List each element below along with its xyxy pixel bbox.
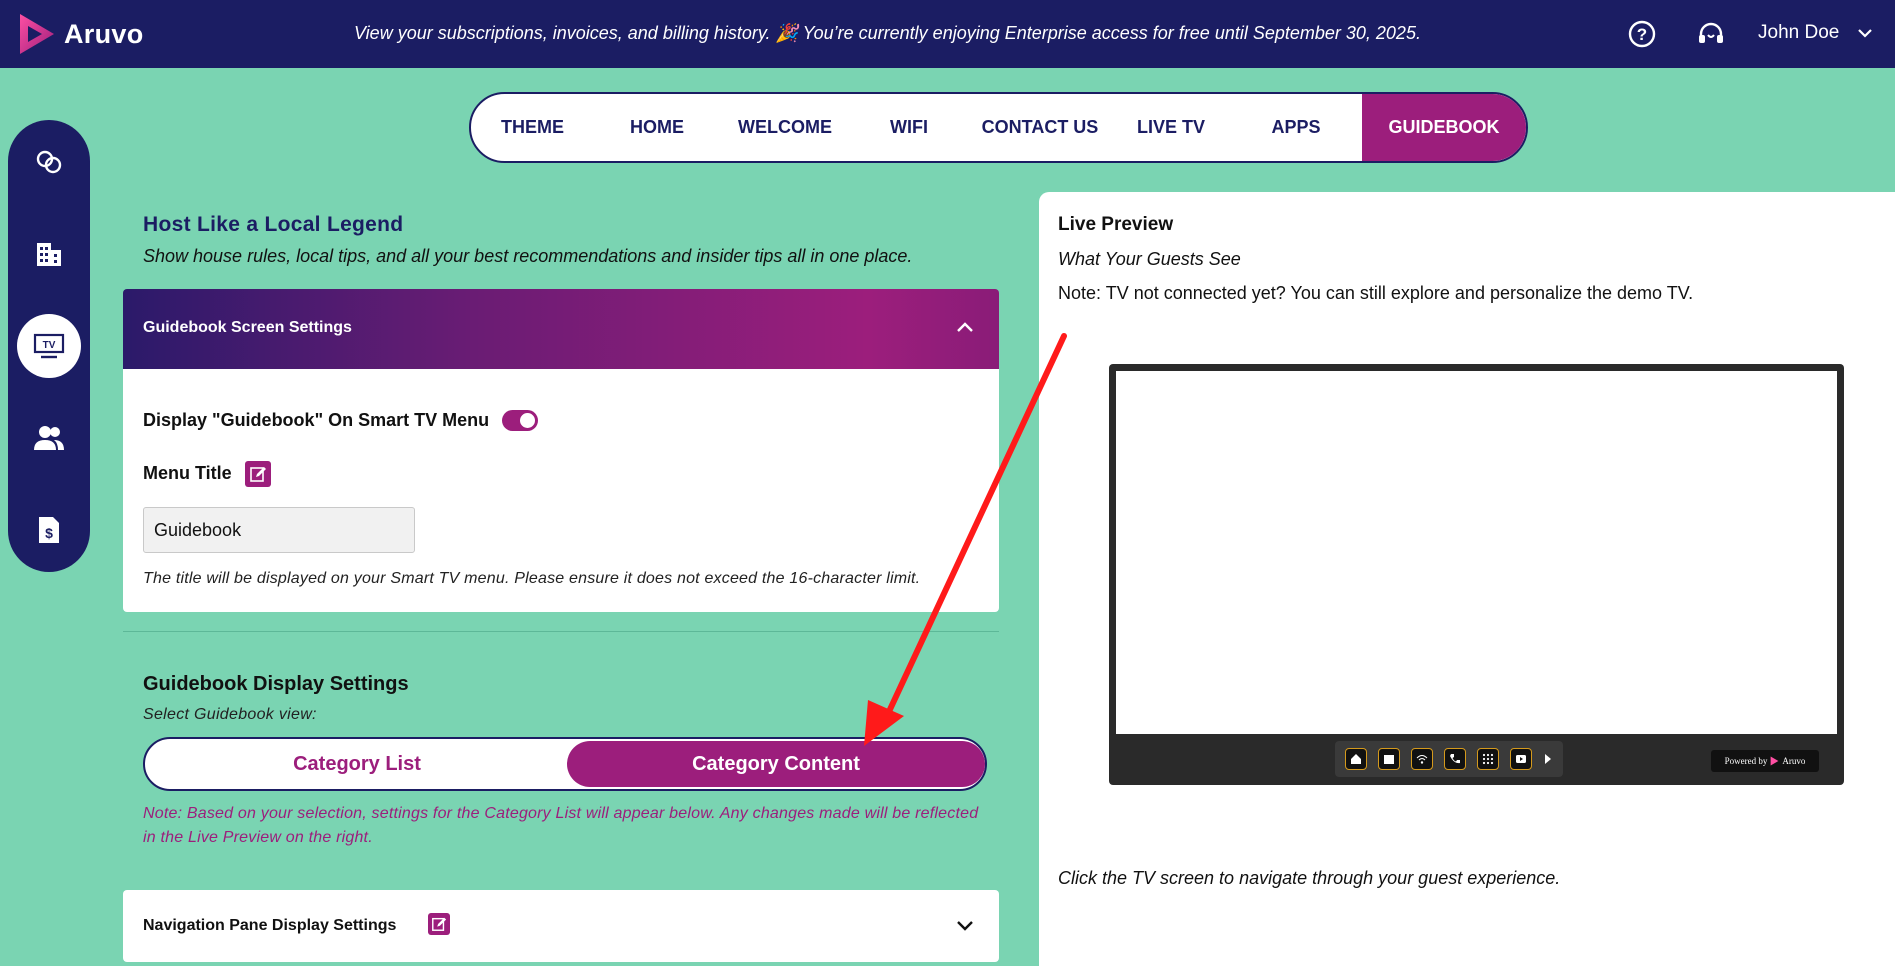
link-circles-icon <box>36 150 62 174</box>
tv-menu-bar <box>1335 741 1563 777</box>
powered-by-brand: Aruvo <box>1782 756 1806 766</box>
tab-live-tv[interactable]: LIVE TV <box>1112 94 1230 161</box>
toggle-knob <box>520 413 535 428</box>
support-headset-icon[interactable] <box>1696 19 1726 49</box>
sidebar: TV $ <box>8 120 90 572</box>
svg-text:$: $ <box>45 525 53 541</box>
chevron-up-icon[interactable] <box>956 321 974 333</box>
guidebook-view-selector: Category List Category Content <box>143 737 987 791</box>
page-heading: Host Like a Local Legend <box>143 213 404 236</box>
user-menu[interactable]: John Doe <box>1758 22 1873 44</box>
aruvo-logo-icon <box>1771 756 1779 766</box>
sidebar-item-integrations[interactable] <box>17 130 81 194</box>
live-preview-subtitle: What Your Guests See <box>1058 249 1241 269</box>
invoice-dollar-icon: $ <box>39 517 59 543</box>
chevron-down-icon[interactable] <box>956 920 974 932</box>
chevron-down-icon <box>1858 29 1873 38</box>
tab-home[interactable]: HOME <box>594 94 720 161</box>
tab-apps[interactable]: APPS <box>1230 94 1362 161</box>
folder-icon[interactable] <box>1378 748 1400 770</box>
display-settings-subtitle: Select Guidebook view: <box>143 706 317 723</box>
powered-by-label: Powered by <box>1724 756 1768 766</box>
edit-navigation-pane-button[interactable] <box>428 913 450 935</box>
aruvo-logo-icon <box>20 14 54 54</box>
menu-title-input[interactable] <box>143 507 415 553</box>
help-icon[interactable]: ? <box>1627 19 1657 49</box>
edit-icon <box>250 467 266 482</box>
svg-text:TV: TV <box>43 340 56 351</box>
tab-theme[interactable]: THEME <box>471 94 594 161</box>
billing-banner: View your subscriptions, invoices, and b… <box>354 23 1421 43</box>
page-subheading: Show house rules, local tips, and all yo… <box>143 246 913 266</box>
youtube-icon[interactable] <box>1510 748 1532 770</box>
grid-icon[interactable] <box>1477 748 1499 770</box>
phone-icon[interactable] <box>1444 748 1466 770</box>
tab-wifi[interactable]: WIFI <box>850 94 968 161</box>
category-list-option[interactable]: Category List <box>145 739 569 789</box>
display-settings-note: Note: Based on your selection, settings … <box>143 805 979 846</box>
powered-by-badge: Powered by Aruvo <box>1711 750 1819 772</box>
section-title: Navigation Pane Display Settings <box>143 917 397 934</box>
tab-contact-us[interactable]: CONTACT US <box>968 94 1112 161</box>
arrow-right-icon[interactable] <box>1543 753 1553 765</box>
display-guidebook-label: Display "Guidebook" On Smart TV Menu <box>143 410 490 430</box>
section-divider <box>123 631 999 632</box>
live-preview-footer: Click the TV screen to navigate through … <box>1058 868 1561 888</box>
display-settings-title: Guidebook Display Settings <box>143 673 409 695</box>
menu-title-hint: The title will be displayed on your Smar… <box>143 570 921 587</box>
sidebar-item-properties[interactable] <box>17 222 81 286</box>
top-bar: Aruvo View your subscriptions, invoices,… <box>0 0 1895 68</box>
category-content-option[interactable]: Category Content <box>567 741 985 787</box>
tv-icon: TV <box>33 333 65 359</box>
tab-bar: THEME HOME WELCOME WIFI CONTACT US LIVE … <box>469 92 1528 163</box>
wifi-icon[interactable] <box>1411 748 1433 770</box>
live-preview-panel: Live Preview What Your Guests See Note: … <box>1039 192 1895 966</box>
building-icon <box>37 243 61 266</box>
brand-logo[interactable]: Aruvo <box>18 12 144 56</box>
users-icon <box>34 426 64 450</box>
edit-menu-title-button[interactable] <box>245 461 271 487</box>
sidebar-item-users[interactable] <box>17 406 81 470</box>
menu-title-label: Menu Title <box>143 463 232 483</box>
tab-welcome[interactable]: WELCOME <box>720 94 850 161</box>
svg-text:?: ? <box>1637 25 1647 44</box>
tv-preview[interactable]: Powered by Aruvo <box>1109 364 1844 785</box>
guidebook-screen-settings-header[interactable]: Guidebook Screen Settings <box>123 289 999 369</box>
live-preview-note: Note: TV not connected yet? You can stil… <box>1058 283 1694 303</box>
sidebar-item-billing[interactable]: $ <box>17 498 81 562</box>
navigation-pane-settings-header[interactable]: Navigation Pane Display Settings <box>123 890 999 962</box>
home-icon[interactable] <box>1345 748 1367 770</box>
live-preview-title: Live Preview <box>1058 214 1174 235</box>
user-name: John Doe <box>1758 22 1840 43</box>
brand-name: Aruvo <box>64 18 144 49</box>
sidebar-item-tv[interactable]: TV <box>17 314 81 378</box>
edit-icon <box>432 917 447 931</box>
section-title: Guidebook Screen Settings <box>143 319 352 336</box>
tab-guidebook[interactable]: GUIDEBOOK <box>1362 94 1526 161</box>
tv-screen[interactable] <box>1116 371 1837 734</box>
display-guidebook-toggle[interactable] <box>502 410 538 431</box>
